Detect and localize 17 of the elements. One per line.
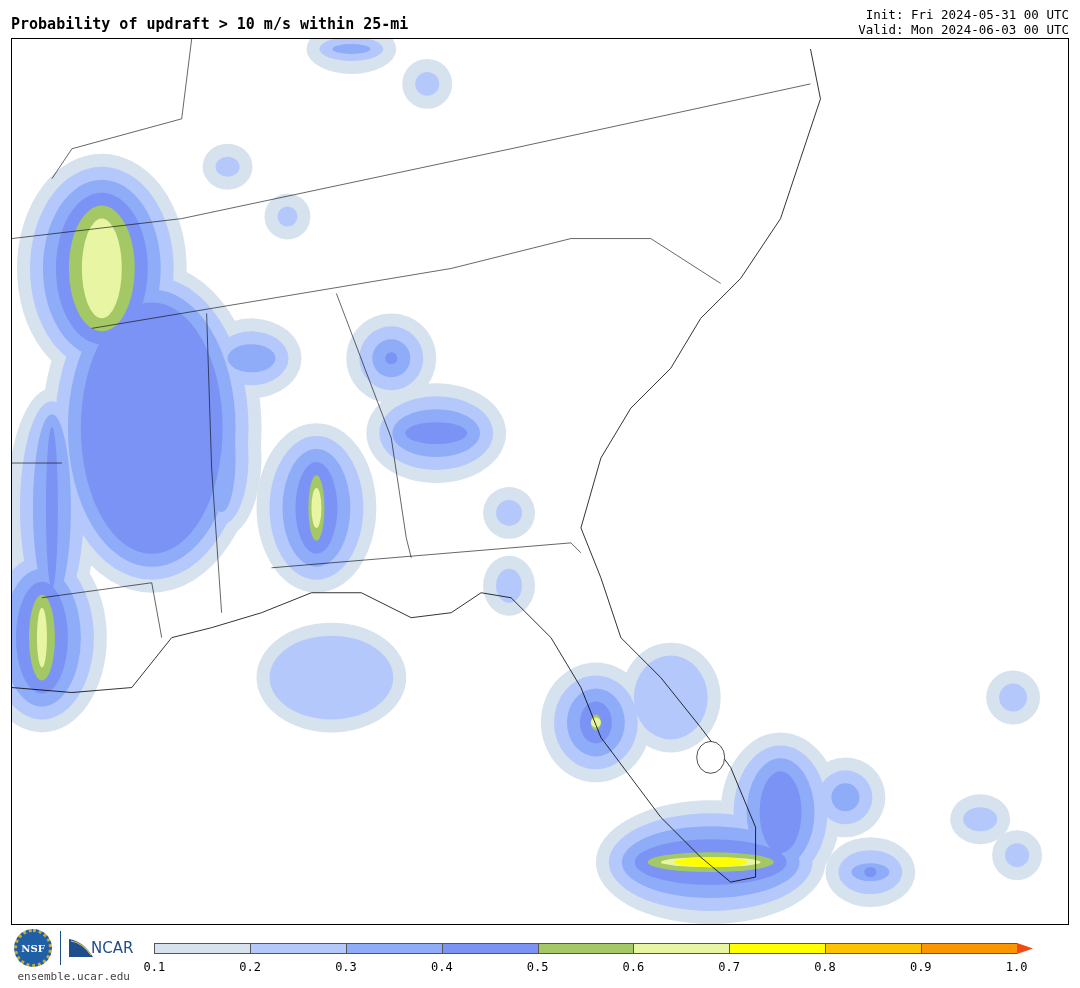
- valid-time: Valid: Mon 2024-06-03 00 UTC: [858, 22, 1069, 37]
- colorbar-tick-label: 0.2: [239, 960, 262, 974]
- swoosh-icon: [69, 939, 93, 957]
- colorbar-tick-label: 0.7: [718, 960, 740, 974]
- nsf-logo: NSF: [14, 929, 52, 967]
- ncar-logo: NCAR: [91, 939, 134, 957]
- init-time: Init: Fri 2024-05-31 00 UTC: [865, 7, 1069, 22]
- site-url: ensemble.ucar.edu: [17, 970, 130, 983]
- colorbar-tick-label: 0.1: [143, 960, 166, 974]
- colorbar-tick-label: 1.0: [1005, 960, 1028, 974]
- colorbar-tick-label: 0.6: [622, 960, 645, 974]
- colorbar-tick-label: 0.4: [430, 960, 453, 974]
- colorbar-tick-label: 0.8: [814, 960, 836, 974]
- map-title: Probability of updraft > 10 m/s within 25-mi: [11, 15, 409, 35]
- colorbar-tick-label: 0.3: [335, 960, 357, 974]
- colorbar-tick-label: 0.5: [526, 960, 549, 974]
- colorbar-tick-label: 0.9: [909, 960, 932, 974]
